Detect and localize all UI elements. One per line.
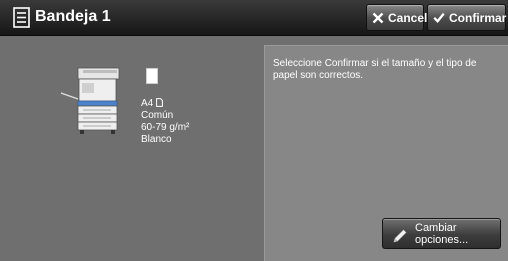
paper-sheet-icon (146, 68, 158, 84)
paper-details: A4 Común 60-79 g/m² Blanco (141, 98, 189, 146)
paper-size-row: A4 (141, 98, 189, 110)
title-bar: Bandeja 1 Cancelar Confirmar (0, 0, 508, 36)
instruction-message: Seleccione Confirmar si el tamaño y el t… (273, 58, 477, 81)
paper-color: Blanco (141, 134, 172, 145)
tray-settings-screen: Bandeja 1 Cancelar Confirmar A4 Común 60… (0, 0, 508, 261)
change-options-button[interactable]: Cambiar opciones... (382, 218, 501, 249)
tray-info-panel: A4 Común 60-79 g/m² Blanco (0, 36, 262, 261)
message-panel: Seleccione Confirmar si el tamaño y el t… (264, 45, 508, 261)
confirm-button-label: Confirmar (449, 10, 507, 25)
printer-icon (61, 67, 120, 134)
confirm-button[interactable]: Confirmar (427, 4, 506, 31)
pencil-icon (393, 229, 407, 243)
portrait-orientation-icon (156, 98, 164, 107)
x-icon (372, 12, 384, 23)
menu-list-icon (13, 7, 30, 28)
paper-weight: 60-79 g/m² (141, 122, 190, 133)
paper-size: A4 (141, 98, 154, 109)
checkmark-icon (433, 12, 445, 23)
change-options-label: Cambiar opciones... (415, 222, 469, 246)
page-title: Bandeja 1 (35, 8, 111, 25)
cancel-button[interactable]: Cancelar (366, 4, 439, 31)
paper-type: Común (141, 110, 174, 121)
